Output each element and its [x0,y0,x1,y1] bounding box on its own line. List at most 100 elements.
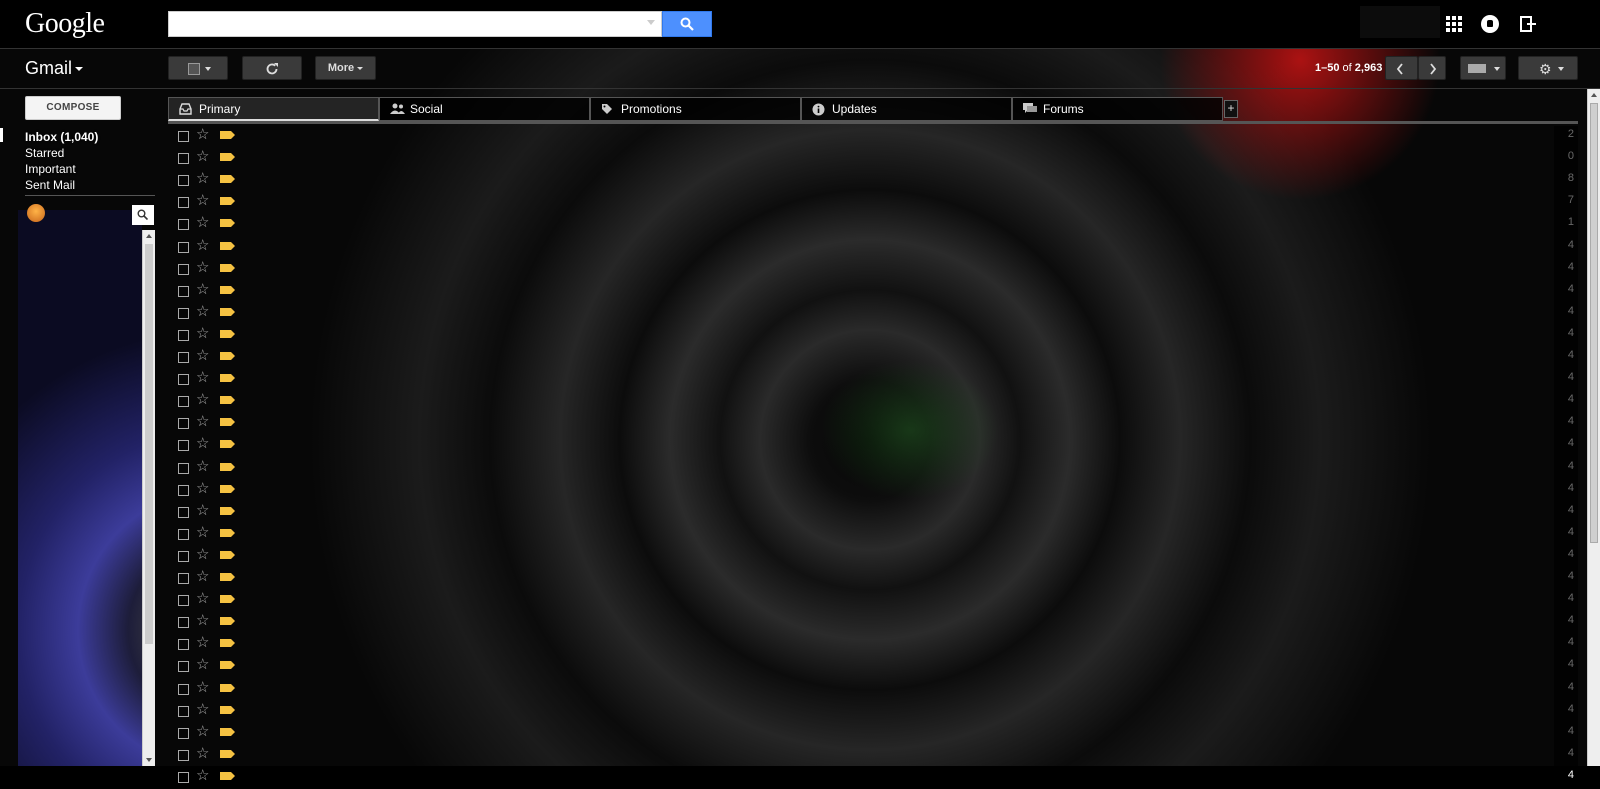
star-icon[interactable]: ☆ [196,767,209,785]
row-checkbox[interactable] [178,219,189,230]
table-row[interactable]: ☆4 [168,546,1578,568]
row-checkbox[interactable] [178,175,189,186]
table-row[interactable]: ☆4 [168,590,1578,612]
star-icon[interactable]: ☆ [196,391,209,409]
avatar[interactable] [27,204,45,222]
row-checkbox[interactable] [178,507,189,518]
table-row[interactable]: ☆4 [168,656,1578,678]
star-icon[interactable]: ☆ [196,458,209,476]
row-checkbox[interactable] [178,706,189,717]
star-icon[interactable]: ☆ [196,546,209,564]
table-row[interactable]: ☆4 [168,568,1578,590]
star-icon[interactable]: ☆ [196,568,209,586]
table-row[interactable]: ☆4 [168,767,1578,789]
star-icon[interactable]: ☆ [196,656,209,674]
table-row[interactable]: ☆4 [168,634,1578,656]
row-checkbox[interactable] [178,573,189,584]
nav-item-important[interactable]: Important [25,162,76,176]
table-row[interactable]: ☆4 [168,303,1578,325]
importance-marker-icon[interactable] [220,153,235,161]
importance-marker-icon[interactable] [220,463,235,471]
nav-item-inbox[interactable]: Inbox (1,040) [25,130,98,144]
importance-marker-icon[interactable] [220,396,235,404]
importance-marker-icon[interactable] [220,750,235,758]
row-checkbox[interactable] [178,330,189,341]
importance-marker-icon[interactable] [220,617,235,625]
row-checkbox[interactable] [178,728,189,739]
row-checkbox[interactable] [178,772,189,783]
star-icon[interactable]: ☆ [196,480,209,498]
table-row[interactable]: ☆4 [168,701,1578,723]
scrollbar-thumb[interactable] [1590,103,1598,543]
scroll-up-icon[interactable] [1591,93,1597,97]
hangouts-search-button[interactable] [132,205,154,225]
row-checkbox[interactable] [178,639,189,650]
importance-marker-icon[interactable] [220,286,235,294]
star-icon[interactable]: ☆ [196,148,209,166]
importance-marker-icon[interactable] [220,264,235,272]
star-icon[interactable]: ☆ [196,679,209,697]
table-row[interactable]: ☆4 [168,723,1578,745]
star-icon[interactable]: ☆ [196,745,209,763]
main-scrollbar[interactable] [1587,89,1600,766]
row-checkbox[interactable] [178,396,189,407]
star-icon[interactable]: ☆ [196,259,209,277]
star-icon[interactable]: ☆ [196,524,209,542]
importance-marker-icon[interactable] [220,197,235,205]
star-icon[interactable]: ☆ [196,192,209,210]
tab-primary[interactable]: Primary [168,97,379,121]
row-checkbox[interactable] [178,286,189,297]
table-row[interactable]: ☆4 [168,679,1578,701]
scroll-up-icon[interactable] [146,234,152,238]
star-icon[interactable]: ☆ [196,701,209,719]
star-icon[interactable]: ☆ [196,435,209,453]
importance-marker-icon[interactable] [220,684,235,692]
importance-marker-icon[interactable] [220,728,235,736]
importance-marker-icon[interactable] [220,706,235,714]
importance-marker-icon[interactable] [220,595,235,603]
table-row[interactable]: ☆4 [168,745,1578,767]
table-row[interactable]: ☆4 [168,612,1578,634]
table-row[interactable]: ☆4 [168,524,1578,546]
table-row[interactable]: ☆4 [168,369,1578,391]
row-checkbox[interactable] [178,617,189,628]
row-checkbox[interactable] [178,595,189,606]
row-checkbox[interactable] [178,661,189,672]
nav-item-sent-mail[interactable]: Sent Mail [25,178,75,192]
table-row[interactable]: ☆4 [168,480,1578,502]
tab-updates[interactable]: Updates [801,97,1012,121]
star-icon[interactable]: ☆ [196,590,209,608]
input-tools-button[interactable] [1460,56,1506,80]
older-button[interactable] [1418,56,1446,80]
star-icon[interactable]: ☆ [196,634,209,652]
star-icon[interactable]: ☆ [196,214,209,232]
importance-marker-icon[interactable] [220,308,235,316]
scrollbar-thumb[interactable] [145,244,153,644]
table-row[interactable]: ☆8 [168,170,1578,192]
refresh-button[interactable] [242,56,302,80]
importance-marker-icon[interactable] [220,131,235,139]
row-checkbox[interactable] [178,684,189,695]
row-checkbox[interactable] [178,529,189,540]
importance-marker-icon[interactable] [220,661,235,669]
table-row[interactable]: ☆0 [168,148,1578,170]
row-checkbox[interactable] [178,440,189,451]
more-button[interactable]: More [315,56,376,80]
hangouts-panel[interactable] [18,210,142,766]
importance-marker-icon[interactable] [220,330,235,338]
importance-marker-icon[interactable] [220,485,235,493]
importance-marker-icon[interactable] [220,175,235,183]
settings-button[interactable]: ⚙ [1518,56,1578,80]
table-row[interactable]: ☆4 [168,435,1578,457]
table-row[interactable]: ☆4 [168,458,1578,480]
table-row[interactable]: ☆7 [168,192,1578,214]
add-tab-icon[interactable]: + [1224,100,1238,118]
table-row[interactable]: ☆1 [168,214,1578,236]
row-checkbox[interactable] [178,242,189,253]
nav-item-starred[interactable]: Starred [25,146,64,160]
select-all-button[interactable] [168,56,228,80]
star-icon[interactable]: ☆ [196,723,209,741]
row-checkbox[interactable] [178,551,189,562]
importance-marker-icon[interactable] [220,242,235,250]
row-checkbox[interactable] [178,352,189,363]
